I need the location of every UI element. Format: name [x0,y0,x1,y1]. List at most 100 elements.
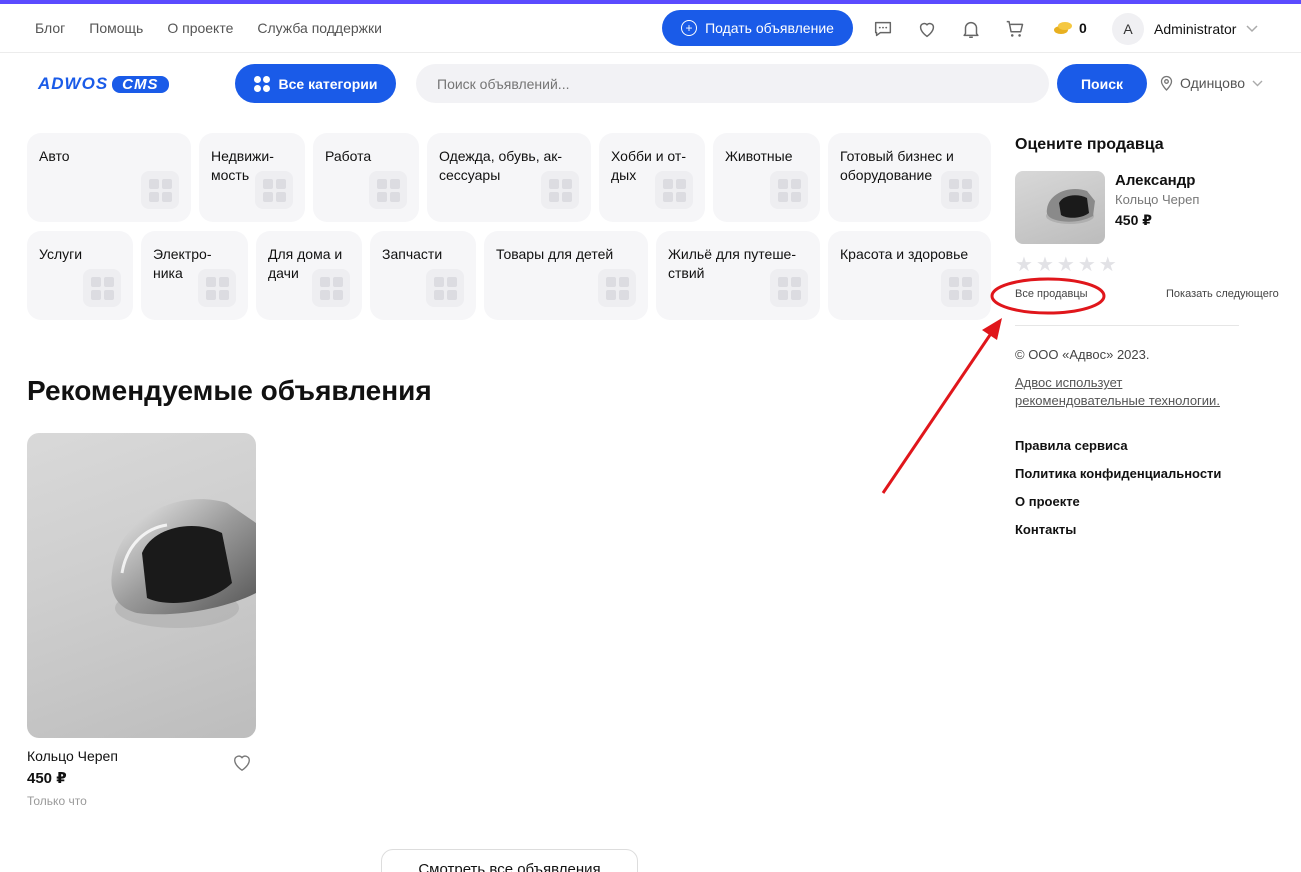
seller-item-image[interactable] [1015,171,1105,244]
star-icon[interactable]: ★ [1015,255,1033,275]
categories-grid-icon [253,75,270,92]
all-sellers-link[interactable]: Все продавцы [1015,288,1088,300]
category-label: Красота и здоровье [840,246,969,262]
category-label: Товары для детей [496,246,614,262]
listing-price: 450 ₽ [27,770,67,787]
category-image-placeholder [770,171,808,209]
view-all-listings-button[interactable]: Смотреть все объявления [381,849,638,872]
footer-links: Правила сервиса Политика конфиденциально… [1015,438,1221,539]
category-image-placeholder [941,269,979,307]
listing-image[interactable] [27,433,256,738]
chevron-down-icon [1252,80,1263,86]
category-tile[interactable]: Красота и здоровье [828,231,991,320]
top-link-about[interactable]: О проекте [167,20,233,36]
chat-icon[interactable] [872,18,894,40]
annotation-arrow-head [982,318,1002,340]
favorite-heart-icon[interactable] [231,752,253,772]
location-selector[interactable]: Одинцово [1160,75,1263,91]
coins-count: 0 [1079,20,1087,36]
cart-icon[interactable] [1004,18,1026,40]
footer-link-contacts[interactable]: Контакты [1015,522,1221,539]
star-icon[interactable]: ★ [1078,255,1096,275]
seller-item-title: Кольцо Череп [1115,192,1200,207]
category-tile[interactable]: Услуги [27,231,133,320]
category-tile[interactable]: Одежда, обувь, ак- сессуары [427,133,591,222]
category-image-placeholder [426,269,464,307]
recommendation-tech-link[interactable]: Адвос использует рекомендовательные техн… [1015,374,1245,410]
category-label: Животные [725,148,793,164]
category-tile[interactable]: Хобби и от- дых [599,133,705,222]
top-link-support[interactable]: Служба поддержки [257,20,382,36]
category-tile[interactable]: Животные [713,133,820,222]
coins-balance[interactable]: 0 [1053,20,1087,36]
all-categories-button[interactable]: Все категории [235,64,396,103]
category-label: Авто [39,148,70,164]
star-icon[interactable]: ★ [1057,255,1075,275]
plus-circle-icon: + [681,20,698,36]
post-ad-button[interactable]: + Подать объявление [662,10,853,46]
annotation-arrow-line [881,331,994,494]
search-input[interactable] [416,64,1049,103]
top-links: Блог Помощь О проекте Служба поддержки [35,20,382,36]
category-image-placeholder [312,269,350,307]
top-link-blog[interactable]: Блог [35,20,65,36]
post-ad-label: Подать объявление [705,20,834,36]
top-link-help[interactable]: Помощь [89,20,143,36]
category-image-placeholder [655,171,693,209]
category-image-placeholder [598,269,636,307]
logo-cms-badge: CMS [112,75,169,93]
footer-link-about[interactable]: О проекте [1015,494,1221,511]
seller-name[interactable]: Александр [1115,172,1195,189]
chevron-down-icon [1246,25,1258,33]
category-tile[interactable]: Работа [313,133,419,222]
category-tile[interactable]: Жильё для путеше- ствий [656,231,820,320]
category-tile[interactable]: Запчасти [370,231,476,320]
show-next-seller-link[interactable]: Показать следующего [1166,288,1279,300]
all-categories-label: Все категории [278,75,378,92]
copyright: © ООО «Адвос» 2023. [1015,347,1150,362]
rating-stars[interactable]: ★ ★ ★ ★ ★ [1015,255,1117,275]
category-tile[interactable]: Электро- ника [141,231,248,320]
divider [1015,325,1239,326]
ring-thumbnail [1046,189,1095,224]
star-icon[interactable]: ★ [1036,255,1054,275]
category-label: Готовый бизнес и оборудование [840,148,954,183]
user-name: Administrator [1154,21,1237,37]
star-icon[interactable]: ★ [1099,255,1117,275]
listing-title[interactable]: Кольцо Череп [27,748,118,764]
ring-photo [111,499,256,628]
category-image-placeholder [770,269,808,307]
seller-item-price: 450 ₽ [1115,212,1152,228]
category-image-placeholder [255,171,293,209]
search-button[interactable]: Поиск [1057,64,1147,103]
category-label: Услуги [39,246,83,262]
category-image-placeholder [541,171,579,209]
category-tile[interactable]: Товары для детей [484,231,648,320]
category-image-placeholder [198,269,236,307]
logo-text: ADWOS [38,74,109,93]
user-menu[interactable]: A Administrator [1112,13,1258,45]
coins-icon [1054,22,1072,34]
location-label: Одинцово [1180,75,1246,91]
category-tile[interactable]: Готовый бизнес и оборудование [828,133,991,222]
avatar: A [1112,13,1144,45]
logo[interactable]: ADWOS CMS [38,74,169,94]
category-label: Запчасти [382,246,443,262]
category-tile[interactable]: Недвижи- мость [199,133,305,222]
category-image-placeholder [141,171,179,209]
footer-link-rules[interactable]: Правила сервиса [1015,438,1221,455]
footer-link-privacy[interactable]: Политика конфиденциальности [1015,466,1221,483]
category-tile[interactable]: Авто [27,133,191,222]
category-image-placeholder [369,171,407,209]
category-label: Работа [325,148,372,164]
section-title: Рекомендуемые объявления [27,375,432,406]
heart-icon[interactable] [916,18,938,40]
category-image-placeholder [83,269,121,307]
rate-seller-title: Оцените продавца [1015,136,1164,153]
category-tile[interactable]: Для дома и дачи [256,231,362,320]
bell-icon[interactable] [960,18,982,40]
category-image-placeholder [941,171,979,209]
listing-time: Только что [27,794,87,808]
top-header: Блог Помощь О проекте Служба поддержки +… [0,4,1301,53]
location-pin-icon [1160,75,1173,91]
